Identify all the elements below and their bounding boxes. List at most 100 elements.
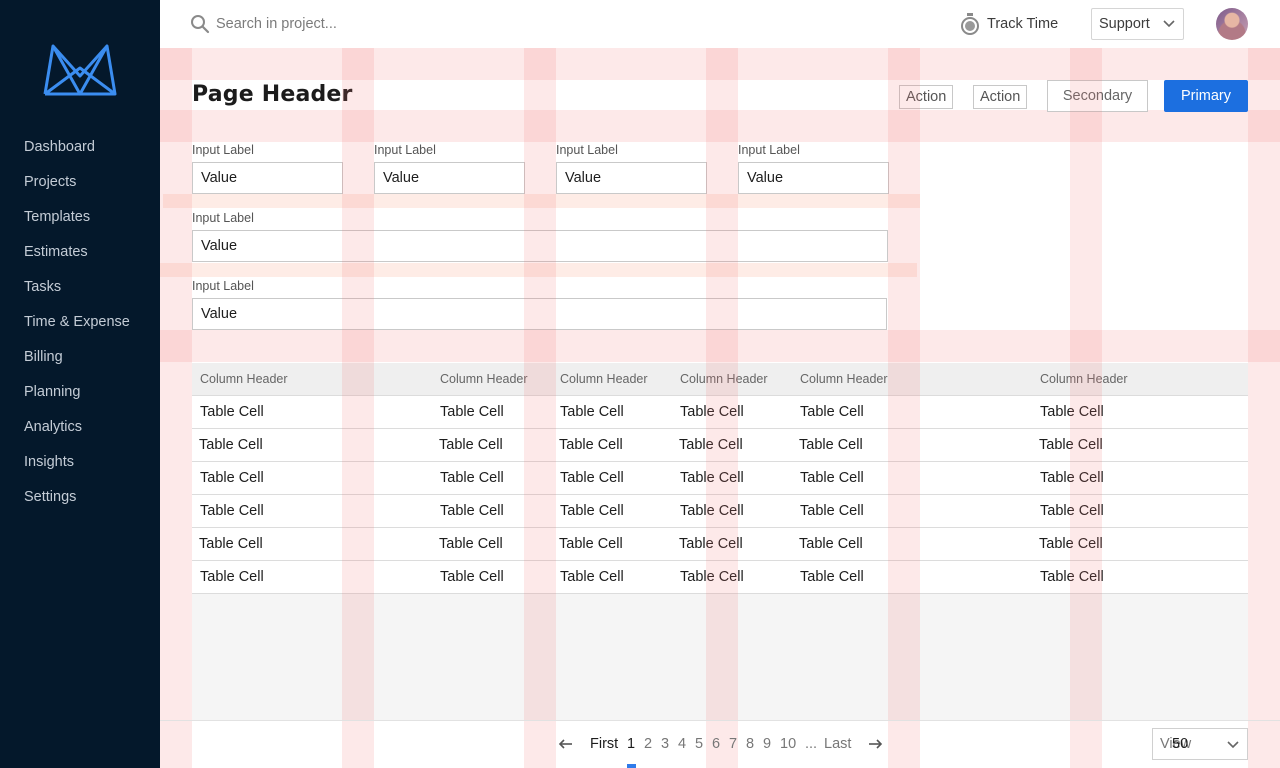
- pagination-page[interactable]: 3: [661, 735, 669, 753]
- input-field-wide[interactable]: [192, 230, 888, 262]
- table-cell: Table Cell: [799, 437, 863, 453]
- table-cell: Table Cell: [200, 404, 264, 420]
- table-row[interactable]: Table Cell Table Cell Table Cell Table C…: [192, 561, 1248, 594]
- table-cell: Table Cell: [1040, 503, 1104, 519]
- sidebar-item-insights[interactable]: Insights: [0, 445, 160, 480]
- table-cell: Table Cell: [439, 536, 503, 552]
- column-header[interactable]: Column Header: [1040, 363, 1128, 396]
- table-row[interactable]: Table Cell Table Cell Table Cell Table C…: [192, 396, 1248, 429]
- sidebar-item-planning[interactable]: Planning: [0, 375, 160, 410]
- table-cell: Table Cell: [560, 569, 624, 585]
- primary-button[interactable]: Primary: [1164, 80, 1248, 112]
- topbar: Track Time Support: [160, 0, 1280, 48]
- input-field[interactable]: [738, 162, 889, 194]
- sidebar-nav: Dashboard Projects Templates Estimates T…: [0, 130, 160, 515]
- sidebar-item-dashboard[interactable]: Dashboard: [0, 130, 160, 165]
- pagination-page[interactable]: 10: [780, 735, 796, 753]
- grid-overlay-band: [160, 330, 1280, 362]
- table-cell: Table Cell: [800, 404, 864, 420]
- table-cell: Table Cell: [199, 536, 263, 552]
- column-header[interactable]: Column Header: [200, 363, 288, 396]
- action-button-2[interactable]: Action: [973, 85, 1028, 109]
- table-cell: Table Cell: [439, 437, 503, 453]
- table-cell: Table Cell: [680, 470, 744, 486]
- arrow-left-icon[interactable]: [558, 737, 574, 751]
- pagination-page[interactable]: 5: [695, 735, 703, 753]
- brand-logo-icon[interactable]: [43, 42, 117, 96]
- table-cell: Table Cell: [559, 536, 623, 552]
- view-count-select[interactable]: View 50: [1152, 728, 1248, 760]
- sidebar-item-billing[interactable]: Billing: [0, 340, 160, 375]
- grid-overlay-band: [160, 110, 1280, 142]
- chevron-down-icon: [1163, 20, 1175, 28]
- table-cell: Table Cell: [800, 470, 864, 486]
- table-row[interactable]: Table Cell Table Cell Table Cell Table C…: [192, 462, 1248, 495]
- sidebar-item-estimates[interactable]: Estimates: [0, 235, 160, 270]
- pagination-page[interactable]: 7: [729, 735, 737, 753]
- input-label: Input Label: [738, 143, 800, 157]
- table-row[interactable]: Table Cell Table Cell Table Cell Table C…: [192, 528, 1248, 561]
- table-cell: Table Cell: [199, 437, 263, 453]
- pagination-last[interactable]: Last: [824, 735, 851, 753]
- input-label: Input Label: [556, 143, 618, 157]
- table-cell: Table Cell: [440, 404, 504, 420]
- table-row[interactable]: Table Cell Table Cell Table Cell Table C…: [192, 495, 1248, 528]
- action-button-1[interactable]: Action: [899, 85, 954, 109]
- sidebar-item-settings[interactable]: Settings: [0, 480, 160, 515]
- column-header[interactable]: Column Header: [680, 363, 768, 396]
- pagination-page[interactable]: 2: [644, 735, 652, 753]
- table-cell: Table Cell: [799, 536, 863, 552]
- table-cell: Table Cell: [679, 536, 743, 552]
- input-field[interactable]: [374, 162, 525, 194]
- table-cell: Table Cell: [680, 503, 744, 519]
- pagination-ellipsis: ...: [805, 736, 818, 752]
- sidebar-item-templates[interactable]: Templates: [0, 200, 160, 235]
- column-header[interactable]: Column Header: [800, 363, 888, 396]
- input-field[interactable]: [192, 162, 343, 194]
- support-dropdown[interactable]: Support: [1091, 8, 1184, 40]
- track-time-button[interactable]: Track Time: [960, 12, 1058, 36]
- search-input[interactable]: [216, 12, 516, 36]
- pagination-first[interactable]: First: [590, 735, 618, 753]
- pagination-page-current[interactable]: 1: [627, 735, 635, 753]
- support-label: Support: [1099, 16, 1150, 32]
- user-avatar[interactable]: [1216, 8, 1248, 40]
- pagination-page[interactable]: 9: [763, 735, 771, 753]
- table-cell: Table Cell: [440, 503, 504, 519]
- column-header[interactable]: Column Header: [560, 363, 648, 396]
- sidebar-item-projects[interactable]: Projects: [0, 165, 160, 200]
- table-cell: Table Cell: [560, 503, 624, 519]
- grid-overlay-band: [160, 263, 917, 277]
- table-header: Column Header Column Header Column Heade…: [192, 363, 1248, 396]
- sidebar-item-time-expense[interactable]: Time & Expense: [0, 305, 160, 340]
- table-cell: Table Cell: [560, 404, 624, 420]
- pagination-page[interactable]: 6: [712, 735, 720, 753]
- table-cell: Table Cell: [200, 470, 264, 486]
- sidebar-item-analytics[interactable]: Analytics: [0, 410, 160, 445]
- track-time-label: Track Time: [987, 16, 1059, 32]
- table-cell: Table Cell: [1039, 536, 1103, 552]
- input-label: Input Label: [192, 211, 254, 225]
- table-cell: Table Cell: [440, 470, 504, 486]
- input-field-wide[interactable]: [192, 298, 887, 330]
- input-field[interactable]: [556, 162, 707, 194]
- table-row[interactable]: Table Cell Table Cell Table Cell Table C…: [192, 429, 1248, 462]
- grid-overlay-column: [1248, 48, 1280, 768]
- footer-divider: [160, 720, 1280, 721]
- grid-overlay-column: [160, 48, 192, 768]
- pagination-page[interactable]: 4: [678, 735, 686, 753]
- table-empty-area: [192, 593, 1248, 720]
- table-cell: Table Cell: [680, 569, 744, 585]
- table-cell: Table Cell: [440, 569, 504, 585]
- arrow-right-icon[interactable]: [867, 737, 883, 751]
- sidebar-item-tasks[interactable]: Tasks: [0, 270, 160, 305]
- pagination-page[interactable]: 8: [746, 735, 754, 753]
- stopwatch-icon: [961, 13, 979, 35]
- current-page-indicator: [627, 764, 636, 768]
- table-cell: Table Cell: [1040, 404, 1104, 420]
- chevron-down-icon: [1227, 741, 1239, 749]
- input-label: Input Label: [374, 143, 436, 157]
- secondary-button[interactable]: Secondary: [1047, 80, 1148, 112]
- column-header[interactable]: Column Header: [440, 363, 528, 396]
- table-cell: Table Cell: [559, 437, 623, 453]
